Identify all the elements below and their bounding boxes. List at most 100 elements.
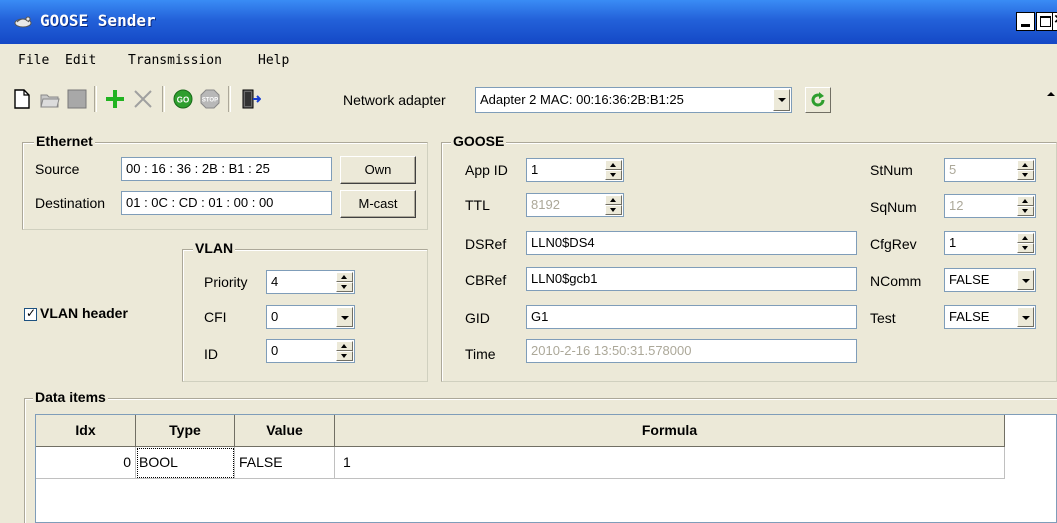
dsref-field[interactable]: LLN0$DS4 xyxy=(526,231,857,255)
stop-button[interactable]: STOP xyxy=(197,86,223,112)
chevron-down-icon[interactable] xyxy=(1017,307,1034,327)
ncomm-select[interactable]: FALSE xyxy=(944,268,1036,292)
appid-value: 1 xyxy=(531,162,539,177)
formula-value: 1 xyxy=(343,454,351,470)
test-label: Test xyxy=(870,310,896,326)
column-header-label: Formula xyxy=(641,422,698,438)
menu-help[interactable]: Help xyxy=(258,53,289,68)
refresh-icon xyxy=(811,92,825,107)
go-button[interactable]: GO xyxy=(170,86,196,112)
vlan-group-title: VLAN xyxy=(193,240,236,256)
column-header-idx[interactable]: Idx xyxy=(36,415,136,447)
sqnum-spinner[interactable] xyxy=(1017,196,1034,216)
goose-app-icon xyxy=(14,16,32,28)
column-header-value[interactable]: Value xyxy=(235,415,335,447)
menu-file[interactable]: File xyxy=(18,53,49,68)
scroll-up-arrow[interactable] xyxy=(1044,84,1057,104)
svg-text:STOP: STOP xyxy=(202,98,218,104)
test-value: FALSE xyxy=(949,309,990,324)
title-bar: GOOSE Sender × xyxy=(0,0,1057,44)
vlan-header-checkbox[interactable] xyxy=(24,306,37,321)
table-row-idx-cell[interactable]: 0 xyxy=(36,447,136,479)
data-items-title: Data items xyxy=(33,389,108,405)
mcast-button[interactable]: M-cast xyxy=(340,190,416,218)
sqnum-spinbox[interactable]: 12 xyxy=(944,194,1036,218)
go-icon: GO xyxy=(173,89,193,109)
column-header-label: Value xyxy=(266,422,303,438)
table-row-value-cell[interactable]: FALSE xyxy=(235,447,335,479)
appid-label: App ID xyxy=(465,162,508,178)
table-row-formula-cell[interactable]: 1 xyxy=(335,447,1005,479)
priority-value: 4 xyxy=(271,274,279,289)
column-header-label: Type xyxy=(169,422,201,438)
chevron-down-icon[interactable] xyxy=(1017,270,1034,290)
chevron-down-icon[interactable] xyxy=(773,89,790,111)
column-header-formula[interactable]: Formula xyxy=(335,415,1005,447)
vlan-id-spinner[interactable] xyxy=(336,341,353,361)
minimize-button[interactable] xyxy=(1016,12,1035,31)
network-adapter-label: Network adapter xyxy=(343,92,446,108)
cbref-label: CBRef xyxy=(465,272,507,288)
cfgrev-spinbox[interactable]: 1 xyxy=(944,231,1036,255)
table-row-type-cell[interactable]: BOOL xyxy=(136,447,235,479)
dsref-label: DSRef xyxy=(465,236,507,252)
save-button[interactable] xyxy=(64,86,90,112)
value-value: FALSE xyxy=(239,454,283,470)
new-button[interactable] xyxy=(10,86,36,112)
priority-spinbox[interactable]: 4 xyxy=(266,270,355,294)
ncomm-label: NComm xyxy=(870,273,922,289)
cfgrev-spinner[interactable] xyxy=(1017,233,1034,253)
destination-mac-field[interactable]: 01 : 0C : CD : 01 : 00 : 00 xyxy=(121,191,332,215)
gid-field[interactable]: G1 xyxy=(526,305,857,329)
delete-icon xyxy=(134,90,152,108)
ethernet-group-title: Ethernet xyxy=(34,133,95,149)
cfgrev-value: 1 xyxy=(949,235,957,250)
exit-button[interactable] xyxy=(238,86,264,112)
refresh-adapters-button[interactable] xyxy=(805,87,831,113)
column-header-label: Idx xyxy=(75,422,96,438)
time-label: Time xyxy=(465,346,496,362)
stnum-spinner[interactable] xyxy=(1017,160,1034,180)
source-label: Source xyxy=(35,161,80,177)
cfi-select[interactable]: 0 xyxy=(266,305,355,329)
own-button-label: Own xyxy=(364,162,392,177)
svg-text:GO: GO xyxy=(177,96,189,105)
vlan-header-label: VLAN header xyxy=(40,305,128,321)
exit-door-icon xyxy=(242,89,261,109)
network-adapter-select[interactable]: Adapter 2 MAC: 00:16:36:2B:B1:25 xyxy=(475,87,792,113)
open-button[interactable] xyxy=(37,86,63,112)
mcast-button-label: M-cast xyxy=(358,196,398,211)
cbref-field[interactable]: LLN0$gcb1 xyxy=(526,267,857,291)
stnum-spinbox[interactable]: 5 xyxy=(944,158,1036,182)
vlan-id-value: 0 xyxy=(271,343,279,358)
vlan-id-spinbox[interactable]: 0 xyxy=(266,339,355,363)
source-mac-field[interactable]: 00 : 16 : 36 : 2B : B1 : 25 xyxy=(121,157,332,181)
test-select[interactable]: FALSE xyxy=(944,305,1036,329)
menu-edit[interactable]: Edit xyxy=(65,53,96,68)
minimize-icon xyxy=(1021,24,1030,27)
stop-icon: STOP xyxy=(200,89,220,109)
close-button[interactable]: × xyxy=(1052,11,1057,31)
appid-spinner[interactable] xyxy=(605,160,622,180)
sqnum-value: 12 xyxy=(949,198,964,213)
ttl-spinbox[interactable]: 8192 xyxy=(526,193,624,217)
dsref-value: LLN0$DS4 xyxy=(531,235,595,250)
idx-value: 0 xyxy=(123,454,131,470)
delete-item-button[interactable] xyxy=(130,86,156,112)
ttl-spinner[interactable] xyxy=(605,195,622,215)
priority-spinner[interactable] xyxy=(336,272,353,292)
appid-spinbox[interactable]: 1 xyxy=(526,158,624,182)
time-value: 2010-2-16 13:50:31.578000 xyxy=(531,343,692,358)
window-title: GOOSE Sender xyxy=(40,11,156,30)
chevron-down-icon[interactable] xyxy=(336,307,353,327)
maximize-icon xyxy=(1040,16,1051,27)
own-button[interactable]: Own xyxy=(340,156,416,184)
save-icon xyxy=(67,89,87,109)
time-field[interactable]: 2010-2-16 13:50:31.578000 xyxy=(526,339,857,363)
cfi-label: CFI xyxy=(204,309,227,325)
add-item-button[interactable] xyxy=(102,86,128,112)
ttl-label: TTL xyxy=(465,197,490,213)
column-header-type[interactable]: Type xyxy=(136,415,235,447)
menu-transmission[interactable]: Transmission xyxy=(128,53,222,68)
gid-label: GID xyxy=(465,310,490,326)
